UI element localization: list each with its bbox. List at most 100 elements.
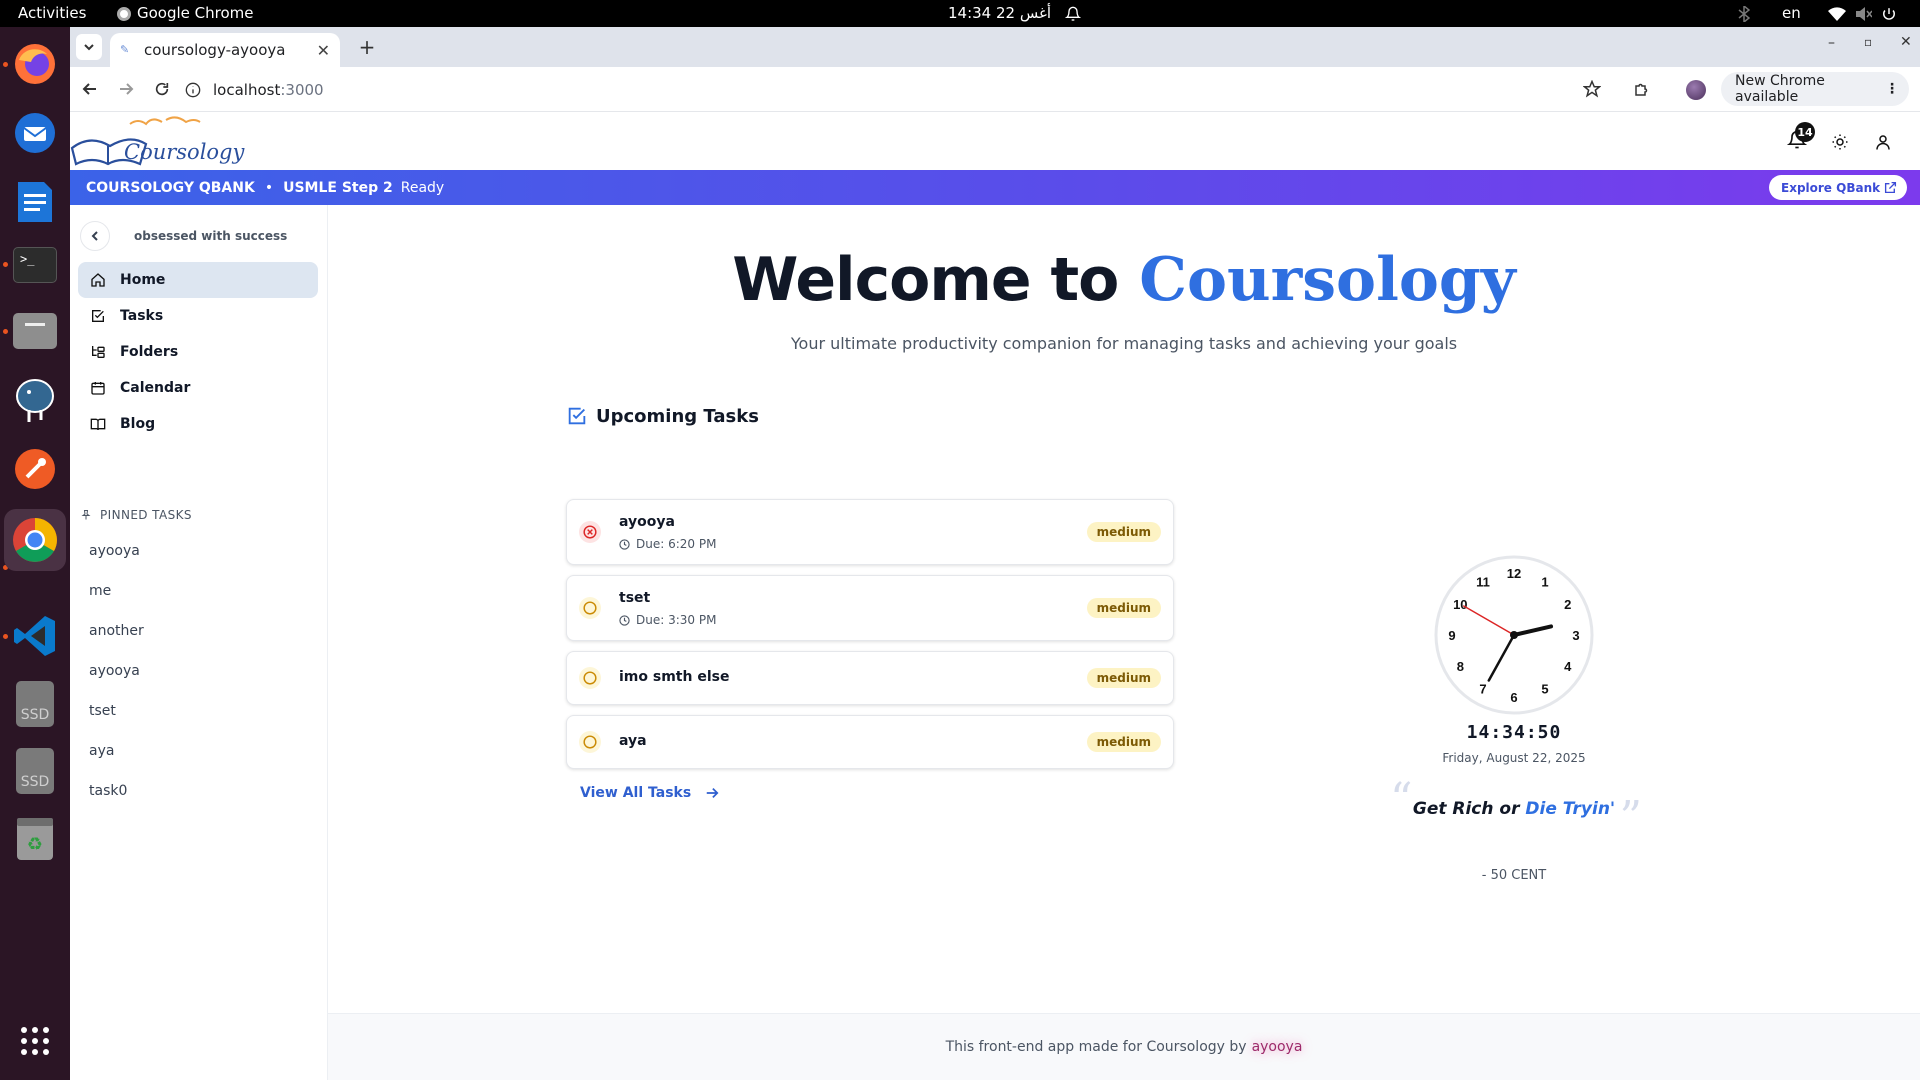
- browser-tab[interactable]: ✎ coursology-ayooya ✕: [110, 33, 340, 67]
- active-app-name: Google Chrome: [137, 4, 254, 22]
- digital-time: 14:34:50: [1466, 722, 1562, 743]
- explore-qbank-label: Explore QBank: [1781, 180, 1881, 195]
- sidebar-item-blog[interactable]: Blog: [78, 406, 318, 442]
- view-all-label: View All Tasks: [580, 785, 692, 801]
- pinned-task-item[interactable]: aya: [89, 743, 114, 759]
- terminal-icon[interactable]: >_: [9, 239, 61, 291]
- theme-toggle-icon[interactable]: [1831, 133, 1849, 151]
- clock-number: 3: [1572, 628, 1579, 643]
- hero-title-brand: Coursology: [1139, 245, 1516, 315]
- check-square-icon: [92, 310, 104, 322]
- pinned-task-item[interactable]: ayooya: [89, 543, 140, 559]
- footer-author-link[interactable]: ayooya: [1252, 1039, 1303, 1055]
- files-icon[interactable]: [9, 305, 61, 357]
- vscode-icon[interactable]: [9, 610, 61, 662]
- forward-icon[interactable]: [118, 81, 134, 97]
- task-due: Due: 6:20 PM: [619, 537, 716, 551]
- task-title: aya: [619, 733, 647, 749]
- url-host: localhost: [213, 81, 281, 99]
- pending-status-icon[interactable]: [579, 667, 601, 689]
- more-vert-icon: ⋮: [1885, 81, 1899, 97]
- back-icon[interactable]: [82, 81, 98, 97]
- task-due-text: Due: 6:20 PM: [636, 537, 717, 551]
- bookmark-star-icon[interactable]: [1583, 80, 1601, 98]
- clock-number: 4: [1564, 659, 1572, 674]
- pending-status-icon[interactable]: [579, 597, 601, 619]
- show-apps-icon[interactable]: [9, 1015, 61, 1067]
- explore-qbank-button[interactable]: Explore QBank: [1769, 175, 1907, 200]
- logo[interactable]: Coursology: [70, 114, 244, 170]
- running-indicator: [3, 62, 8, 67]
- overdue-icon: [579, 521, 601, 543]
- tab-title: coursology-ayooya: [144, 41, 286, 59]
- priority-badge: medium: [1086, 598, 1161, 618]
- close-tab-icon[interactable]: ✕: [317, 41, 330, 60]
- info-icon[interactable]: [185, 82, 201, 98]
- postman-icon[interactable]: [9, 443, 61, 495]
- pinned-task-item[interactable]: tset: [89, 703, 116, 719]
- view-all-tasks-link[interactable]: View All Tasks: [580, 785, 719, 801]
- reload-icon[interactable]: [154, 81, 170, 97]
- bluetooth-icon[interactable]: [1738, 0, 1750, 27]
- thunderbird-icon[interactable]: [9, 107, 61, 159]
- close-window-button[interactable]: ✕: [1900, 34, 1912, 50]
- extensions-icon[interactable]: [1633, 80, 1651, 98]
- external-link-icon: [1884, 181, 1897, 194]
- pinned-task-item[interactable]: ayooya: [89, 663, 140, 679]
- pinned-heading-label: PINNED TASKS: [100, 508, 192, 522]
- trash-icon[interactable]: ♻: [9, 813, 61, 865]
- ssd-drive-icon[interactable]: SSD: [9, 745, 61, 797]
- profile-avatar[interactable]: [1686, 80, 1706, 100]
- task-due-text: Due: 3:30 PM: [636, 613, 717, 627]
- hero-title: Welcome to Coursology: [328, 245, 1920, 315]
- folder-tree-icon: [92, 346, 105, 358]
- ssd-drive-icon[interactable]: SSD: [9, 678, 61, 730]
- active-app-menu[interactable]: Google Chrome: [117, 0, 254, 27]
- qbank-banner: COURSOLOGY QBANK • USMLE Step 2 Ready Ex…: [70, 170, 1920, 205]
- clock-number: 10: [1453, 597, 1467, 612]
- sidebar-item-tasks[interactable]: Tasks: [78, 298, 318, 334]
- task-card[interactable]: ayooya Due: 6:20 PM medium: [566, 499, 1174, 565]
- address-bar[interactable]: localhost :3000: [185, 73, 1695, 107]
- activities-button[interactable]: Activities: [18, 0, 86, 27]
- app-footer: This front-end app made for Coursology b…: [328, 1013, 1920, 1080]
- minimize-button[interactable]: –: [1828, 35, 1835, 51]
- writer-icon[interactable]: [9, 176, 61, 228]
- task-card[interactable]: imo smth else medium: [566, 651, 1174, 705]
- firefox-icon[interactable]: [9, 38, 61, 90]
- clock-number: 9: [1448, 628, 1455, 643]
- postgres-icon[interactable]: [9, 374, 61, 426]
- task-card[interactable]: tset Due: 3:30 PM medium: [566, 575, 1174, 641]
- status-indicators[interactable]: [1828, 0, 1896, 27]
- update-chrome-button[interactable]: New Chrome available ⋮: [1721, 72, 1909, 106]
- notifications-button[interactable]: 14: [1786, 122, 1815, 154]
- running-indicator: [3, 262, 8, 267]
- sidebar-item-home[interactable]: Home: [78, 262, 318, 298]
- clock-icon: [619, 614, 630, 626]
- sidebar-item-calendar[interactable]: Calendar: [78, 370, 318, 406]
- task-due: Due: 3:30 PM: [619, 613, 716, 627]
- sidebar-item-label: Calendar: [120, 380, 191, 396]
- clock-date: Friday, August 22, 2025: [1442, 751, 1586, 765]
- new-tab-button[interactable]: +: [354, 34, 380, 60]
- pending-status-icon[interactable]: [579, 731, 601, 753]
- chrome-toolbar: localhost :3000 New Chrome available ⋮: [70, 67, 1920, 112]
- pinned-task-item[interactable]: me: [89, 583, 111, 599]
- upcoming-tasks-heading: Upcoming Tasks: [566, 405, 759, 427]
- system-clock[interactable]: 14:34 22 أغس: [948, 0, 1081, 27]
- check-square-icon: [568, 407, 586, 425]
- task-card[interactable]: aya medium: [566, 715, 1174, 769]
- sidebar-item-folders[interactable]: Folders: [78, 334, 318, 370]
- ubuntu-dock: >_ SSD SSD ♻: [0, 27, 70, 1080]
- quote-block: “ ” Get Rich or Die Tryin': [1390, 774, 1642, 843]
- user-icon[interactable]: [1874, 133, 1892, 151]
- wifi-icon: [1828, 6, 1846, 21]
- pinned-task-item[interactable]: another: [89, 623, 144, 639]
- pinned-task-item[interactable]: task0: [89, 783, 127, 799]
- maximize-button[interactable]: ▫: [1864, 35, 1872, 49]
- chrome-icon[interactable]: [4, 509, 66, 571]
- tab-search-button[interactable]: [76, 34, 102, 60]
- language-indicator[interactable]: en: [1782, 0, 1801, 27]
- clock-text: 14:34 22 أغس: [948, 4, 1051, 22]
- collapse-sidebar-button[interactable]: [80, 221, 110, 251]
